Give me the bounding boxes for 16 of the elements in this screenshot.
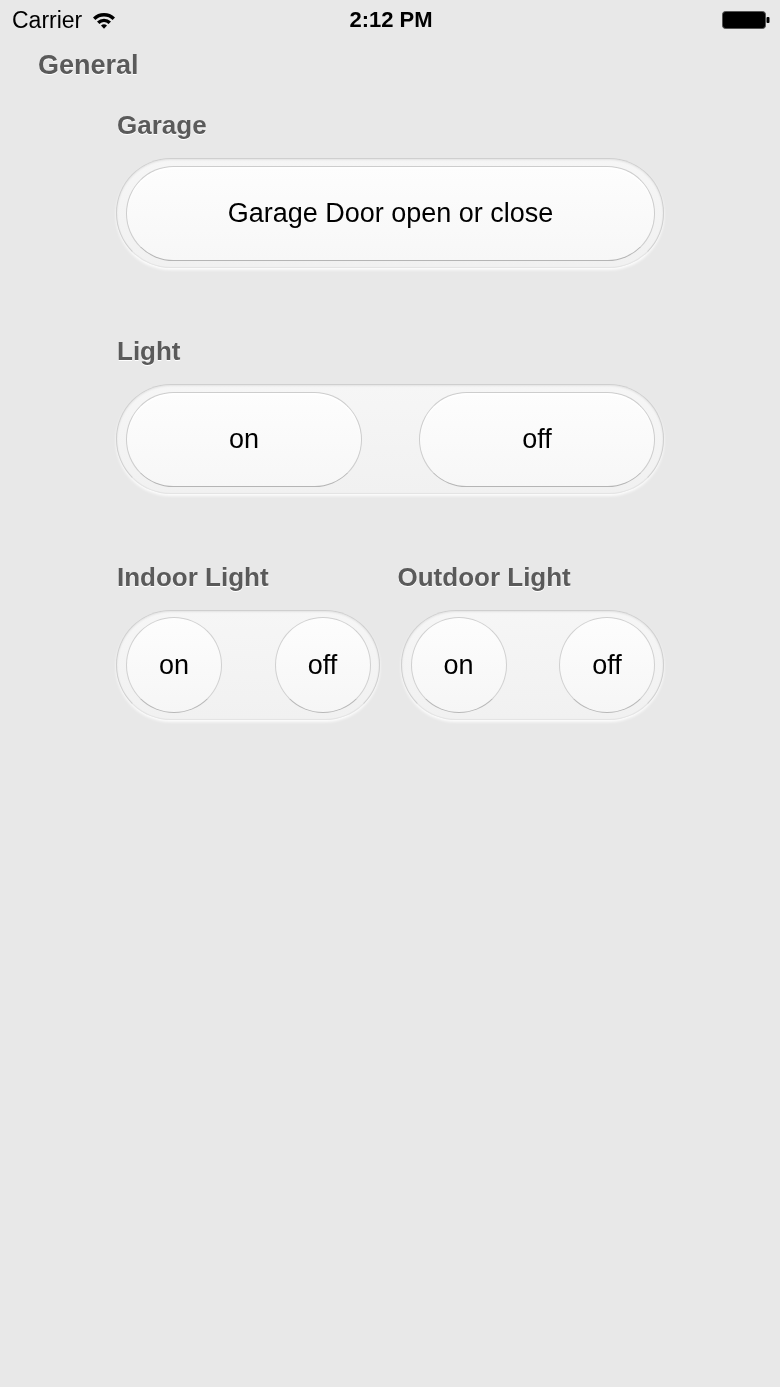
switch-button[interactable]: on <box>126 391 362 487</box>
carrier-name: Carrier <box>12 6 83 34</box>
action-button[interactable]: Garage Door open or close <box>126 165 655 261</box>
control-label: Light <box>117 335 181 367</box>
round-switch-button[interactable]: on <box>410 617 507 713</box>
battery-icon <box>722 11 770 29</box>
round-switch-button[interactable]: on <box>126 617 222 713</box>
control-label: Indoor Light <box>117 561 269 593</box>
control-label: Garage <box>117 109 207 141</box>
switch-button[interactable]: off <box>419 391 655 487</box>
wifi-icon <box>92 11 117 29</box>
clock-time: 2:12 PM <box>349 6 433 34</box>
control-label: Outdoor Light <box>397 561 571 593</box>
round-switch-button[interactable]: off <box>559 617 655 713</box>
round-switch-button[interactable]: off <box>274 617 371 713</box>
section-title: General <box>38 49 139 81</box>
